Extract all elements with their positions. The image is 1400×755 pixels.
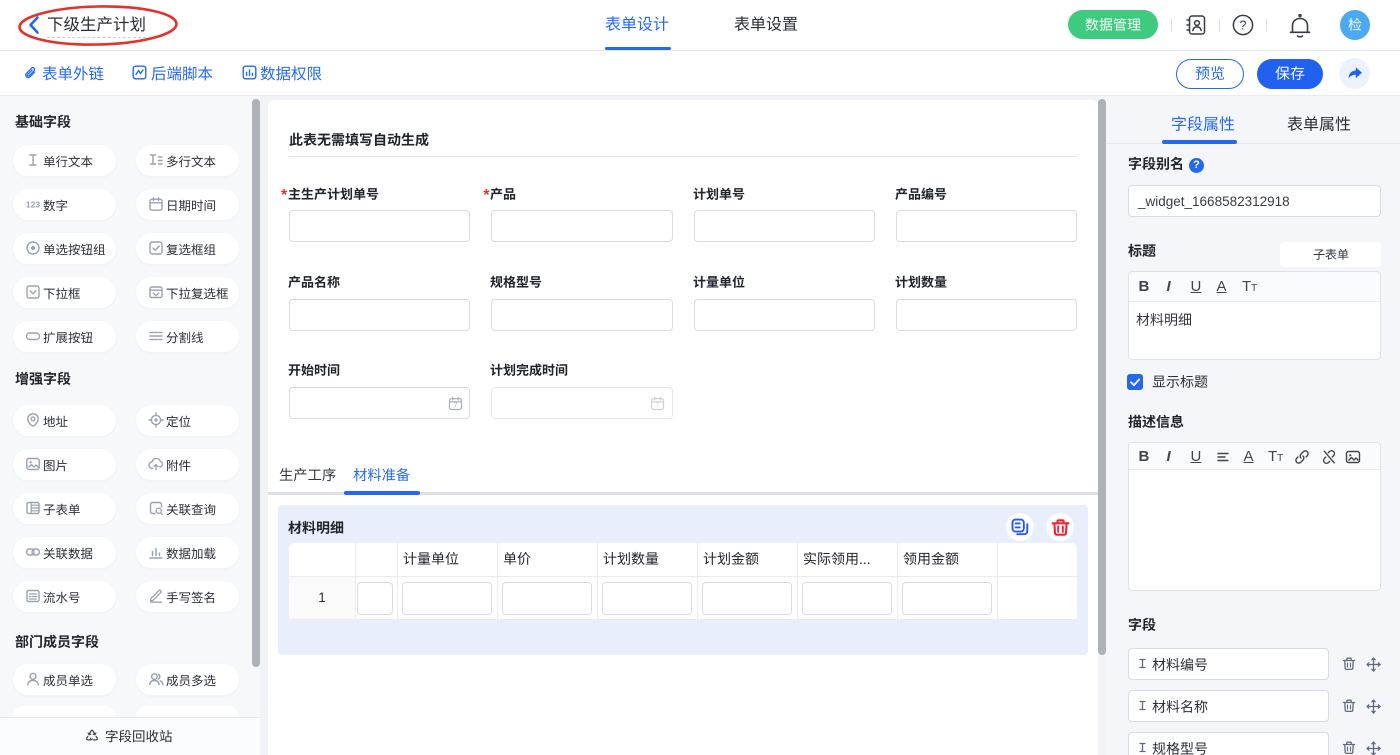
svg-text:?: ? [1240,18,1247,32]
svg-text:7: 7 [656,403,660,410]
svg-text:7: 7 [454,403,458,410]
svg-text:123: 123 [25,199,39,209]
